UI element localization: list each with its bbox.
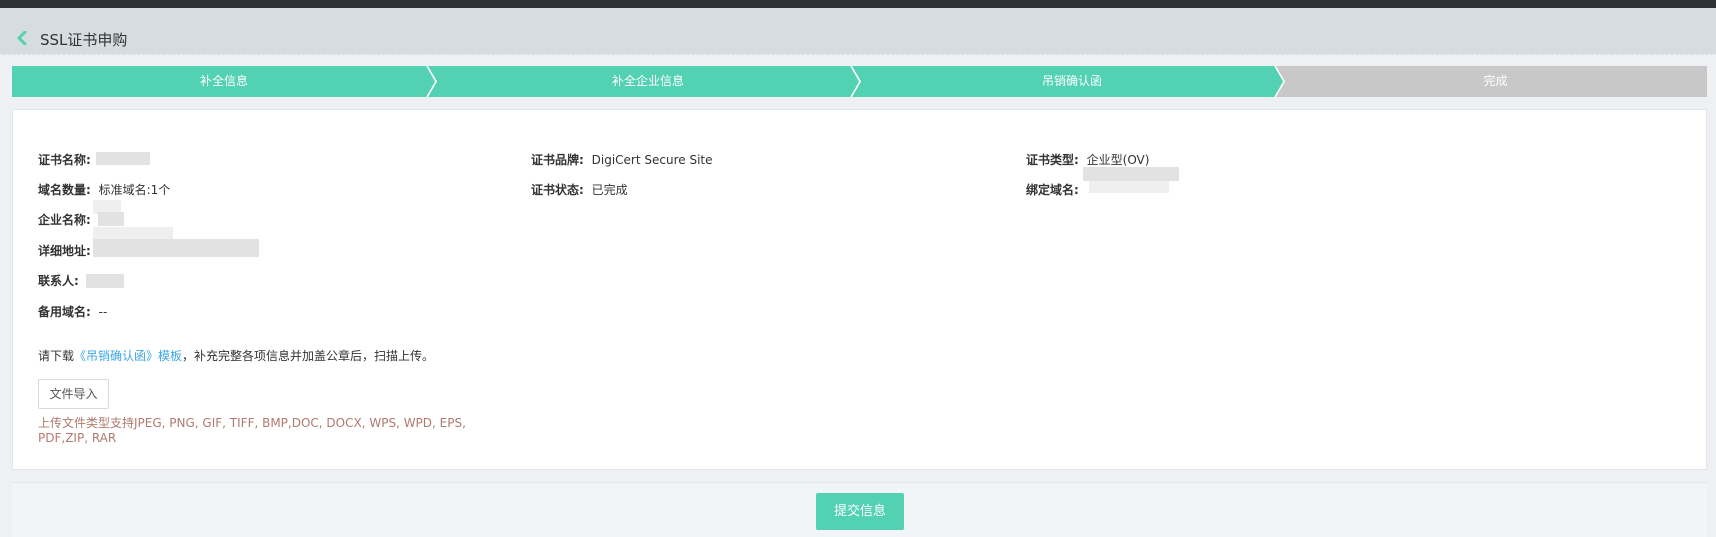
footer-bar: 提交信息 (12, 482, 1707, 537)
cert-info-panel: 证书名称: 域名数量: 标准域名:1个 企业名称: 详细地址: 联系人: 备用域… (12, 109, 1707, 470)
cert-status-value: 已完成 (591, 183, 628, 197)
contact-row: 联系人: (38, 272, 79, 290)
cert-brand-label: 证书品牌: (531, 153, 584, 167)
address-redacted-1 (93, 227, 173, 239)
company-redacted-2 (98, 212, 124, 226)
cert-status-label: 证书状态: (531, 183, 584, 197)
address-label: 详细地址: (38, 244, 91, 258)
company-label: 企业名称: (38, 213, 91, 227)
cert-brand-row: 证书品牌: DigiCert Secure Site (531, 151, 713, 169)
backup-domain-value: -- (98, 305, 108, 319)
company-row: 企业名称: (38, 211, 91, 229)
cert-name-redacted (96, 152, 150, 165)
step-progress-bar: 补全信息 补全企业信息 吊销确认函 完成 (12, 66, 1707, 97)
step-1: 补全信息 (199, 74, 248, 88)
cert-name-row: 证书名称: (38, 151, 91, 169)
cert-status-row: 证书状态: 已完成 (531, 181, 628, 199)
upload-hint-prefix: 请下载 (38, 349, 75, 363)
address-row: 详细地址: (38, 242, 91, 260)
page-title: SSL证书申购 (40, 31, 128, 49)
submit-button[interactable]: 提交信息 (816, 493, 904, 530)
contact-label: 联系人: (38, 274, 79, 288)
domain-count-value: 标准域名:1个 (98, 183, 171, 197)
chevron-left-icon[interactable] (16, 31, 28, 45)
page-header: SSL证书申购 (0, 8, 1716, 55)
cert-name-label: 证书名称: (38, 153, 91, 167)
upload-hint: 请下载《吊销确认函》模板，补充完整各项信息并加盖公章后，扫描上传。 (38, 347, 434, 364)
domain-count-label: 域名数量: (38, 183, 91, 197)
template-download-link[interactable]: 《吊销确认函》模板 (74, 349, 182, 363)
bind-domain-label: 绑定域名: (1026, 183, 1079, 197)
bind-domain-redacted-1 (1083, 167, 1179, 181)
step-4: 完成 (1483, 74, 1508, 88)
bind-domain-row: 绑定域名: (1026, 181, 1079, 199)
upload-hint-suffix: ，补充完整各项信息并加盖公章后，扫描上传。 (182, 349, 435, 363)
upload-file-type-tip: 上传文件类型支持JPEG, PNG, GIF, TIFF, BMP,DOC, D… (38, 416, 466, 445)
domain-count-row: 域名数量: 标准域名:1个 (38, 181, 170, 199)
backup-domain-row: 备用域名: -- (38, 303, 107, 321)
contact-redacted (86, 274, 124, 288)
bind-domain-redacted-2 (1089, 181, 1169, 193)
backup-domain-label: 备用域名: (38, 305, 91, 319)
file-import-button[interactable]: 文件导入 (38, 379, 109, 409)
step-3: 吊销确认函 (1041, 74, 1102, 88)
cert-brand-value: DigiCert Secure Site (591, 153, 713, 167)
window-top-bar (0, 0, 1716, 8)
address-redacted-2 (93, 239, 259, 257)
cert-type-label: 证书类型: (1026, 153, 1079, 167)
cert-type-value: 企业型(OV) (1086, 153, 1150, 167)
step-2: 补全企业信息 (611, 74, 684, 88)
